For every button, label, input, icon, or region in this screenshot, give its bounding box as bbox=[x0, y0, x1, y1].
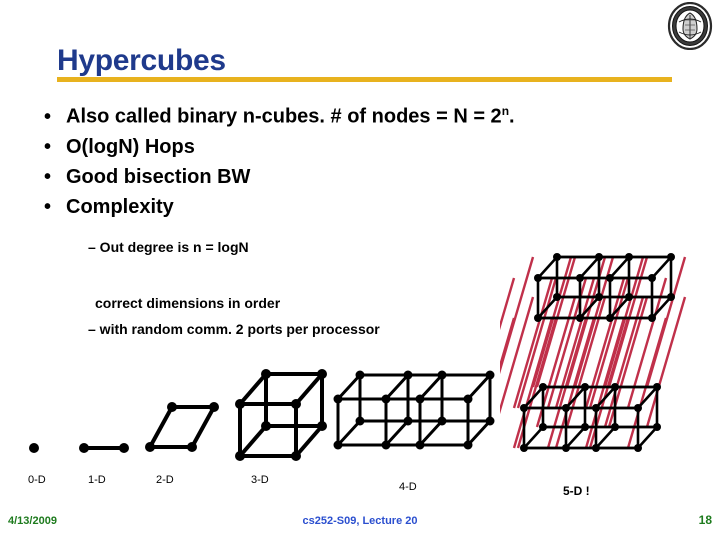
bullet-item: • Good bisection BW bbox=[44, 164, 684, 190]
bullet-text-main: Also called binary n-cubes. # of nodes =… bbox=[66, 105, 502, 128]
bullet-list: • Also called binary n-cubes. # of nodes… bbox=[44, 98, 684, 224]
bullet-item: • O(logN) Hops bbox=[44, 134, 684, 160]
bullet-item: • Also called binary n-cubes. # of nodes… bbox=[44, 98, 684, 130]
figure-label-0d: 0-D bbox=[28, 474, 46, 486]
sub-bullet-correct-dimensions: correct dimensions in order bbox=[95, 295, 281, 311]
sub-bullet-out-degree: – Out degree is n = logN bbox=[88, 239, 249, 255]
footer-page-number: 18 bbox=[698, 513, 712, 527]
bullet-marker: • bbox=[44, 195, 52, 218]
slide-canvas: Hypercubes • Also called binary n-cubes.… bbox=[0, 0, 720, 540]
sub-bullet-random-comm: – with random comm. 2 ports per processo… bbox=[88, 321, 380, 337]
figure-label-4d: 4-D bbox=[399, 481, 417, 493]
bullet-item: • Complexity bbox=[44, 194, 684, 220]
bullet-text: Also called binary n-cubes. # of nodes =… bbox=[66, 98, 515, 130]
bullet-marker: • bbox=[44, 165, 52, 188]
bullet-text: Good bisection BW bbox=[66, 165, 251, 188]
bullet-marker: • bbox=[44, 105, 52, 128]
figure-label-3d: 3-D bbox=[251, 474, 269, 486]
bullet-superscript: n bbox=[501, 104, 510, 118]
bullet-text: Complexity bbox=[66, 195, 174, 218]
figure-label-2d: 2-D bbox=[156, 474, 174, 486]
uc-berkeley-seal-icon bbox=[667, 2, 713, 50]
bullet-text-tail: . bbox=[509, 105, 515, 128]
footer-course-label: cs252-S09, Lecture 20 bbox=[302, 515, 418, 527]
hypercube-5d-diagram bbox=[500, 251, 687, 454]
title-underline-rule bbox=[57, 77, 672, 82]
hypercube-2d-diagram bbox=[145, 402, 219, 452]
figure-label-5d: 5-D ! bbox=[563, 484, 590, 498]
hypercube-0d-diagram bbox=[29, 443, 39, 453]
page-title: Hypercubes bbox=[57, 44, 226, 77]
figure-label-1d: 1-D bbox=[88, 474, 106, 486]
hypercube-1d-diagram bbox=[79, 443, 129, 453]
bullet-marker: • bbox=[44, 135, 52, 158]
hypercube-4d-diagram bbox=[333, 370, 495, 450]
bullet-text: O(logN) Hops bbox=[66, 135, 195, 158]
